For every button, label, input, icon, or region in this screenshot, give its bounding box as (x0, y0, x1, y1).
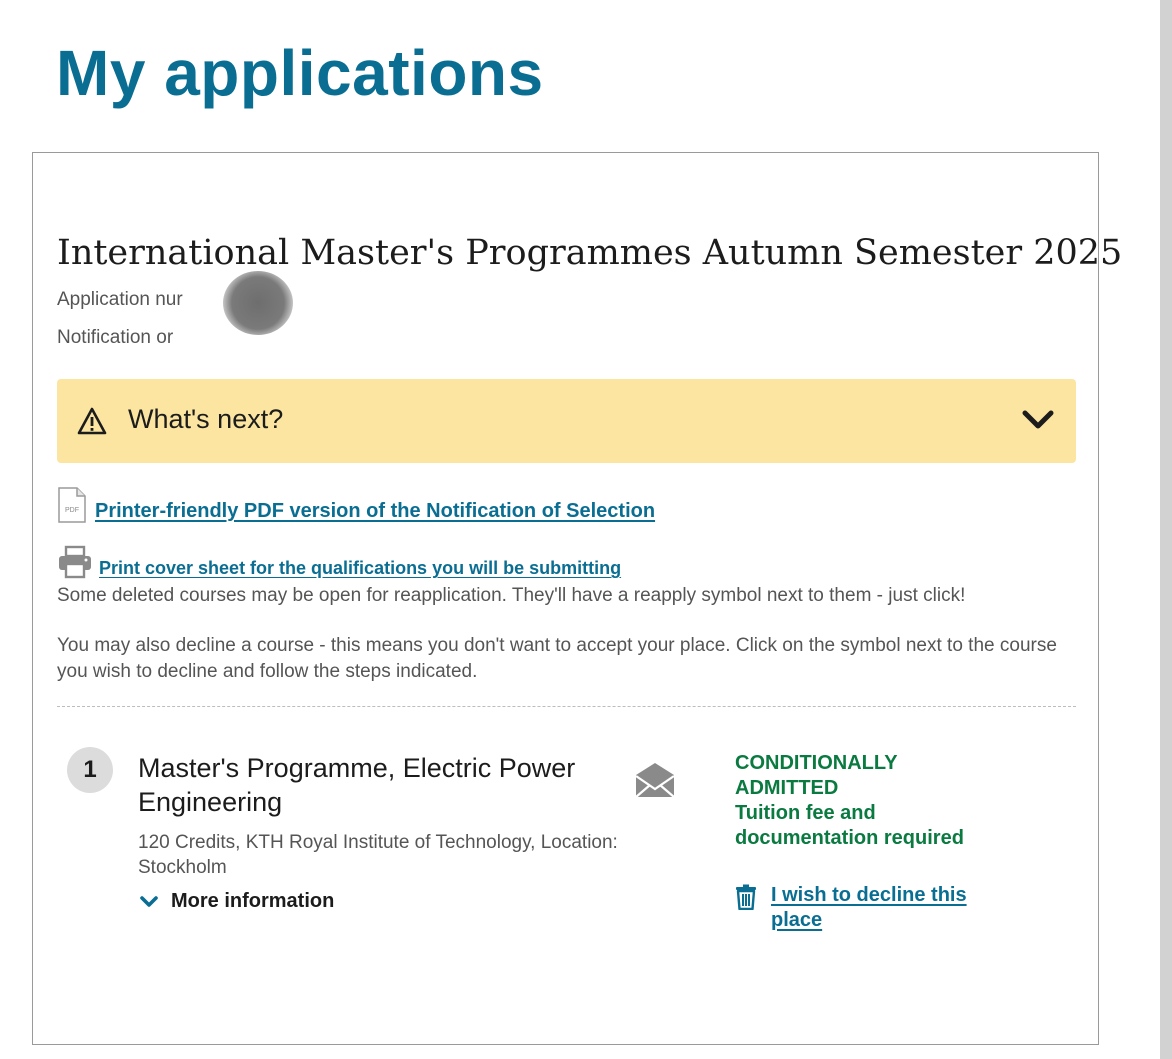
warning-icon (77, 407, 107, 435)
application-number: Application nur (57, 289, 183, 310)
envelope-icon[interactable] (635, 761, 675, 799)
status-detail: Tuition fee and documentation required (735, 802, 964, 849)
printer-friendly-pdf-link[interactable]: Printer-friendly PDF version of the Noti… (95, 500, 655, 523)
page-title: My applications (56, 37, 544, 109)
more-information-toggle[interactable]: More information (139, 890, 334, 913)
course-details: 120 Credits, KTH Royal Institute of Tech… (138, 832, 618, 878)
course-number-badge: 1 (67, 747, 113, 793)
print-cover-sheet-link[interactable]: Print cover sheet for the qualifications… (99, 558, 621, 579)
decline-info-text: You may also decline a course - this mea… (57, 635, 1057, 682)
redaction-mark (223, 271, 293, 335)
scrollbar-thumb[interactable] (1160, 0, 1172, 1059)
decline-place-action[interactable]: I wish to decline this place (735, 883, 981, 933)
decline-place-link[interactable]: I wish to decline this place (771, 883, 981, 933)
chevron-down-icon[interactable] (1022, 409, 1054, 431)
whats-next-accordion[interactable]: What's next? (57, 379, 1076, 463)
more-information-label: More information (171, 890, 335, 912)
course-title: Master's Programme, Electric Power Engin… (138, 753, 576, 817)
section-divider (57, 706, 1076, 707)
status-label: CONDITIONALLY ADMITTED (735, 752, 898, 799)
admission-round-title: International Master's Programmes Autumn… (57, 233, 1123, 273)
reapply-info-text: Some deleted courses may be open for rea… (57, 585, 966, 606)
chevron-down-icon (140, 895, 158, 907)
svg-text:PDF: PDF (65, 507, 79, 514)
pdf-link-row: PDF Printer-friendly PDF version of the … (57, 487, 655, 523)
printer-icon (59, 545, 91, 579)
application-card: International Master's Programmes Autumn… (32, 152, 1122, 1045)
print-cover-sheet-row: Print cover sheet for the qualifications… (57, 545, 621, 579)
whats-next-label: What's next? (128, 404, 284, 434)
admission-status: CONDITIONALLY ADMITTED Tuition fee and d… (735, 751, 1015, 851)
notification-of-selection-date: Notification or (57, 327, 174, 348)
pdf-file-icon: PDF (58, 487, 86, 523)
trash-icon (736, 884, 756, 910)
